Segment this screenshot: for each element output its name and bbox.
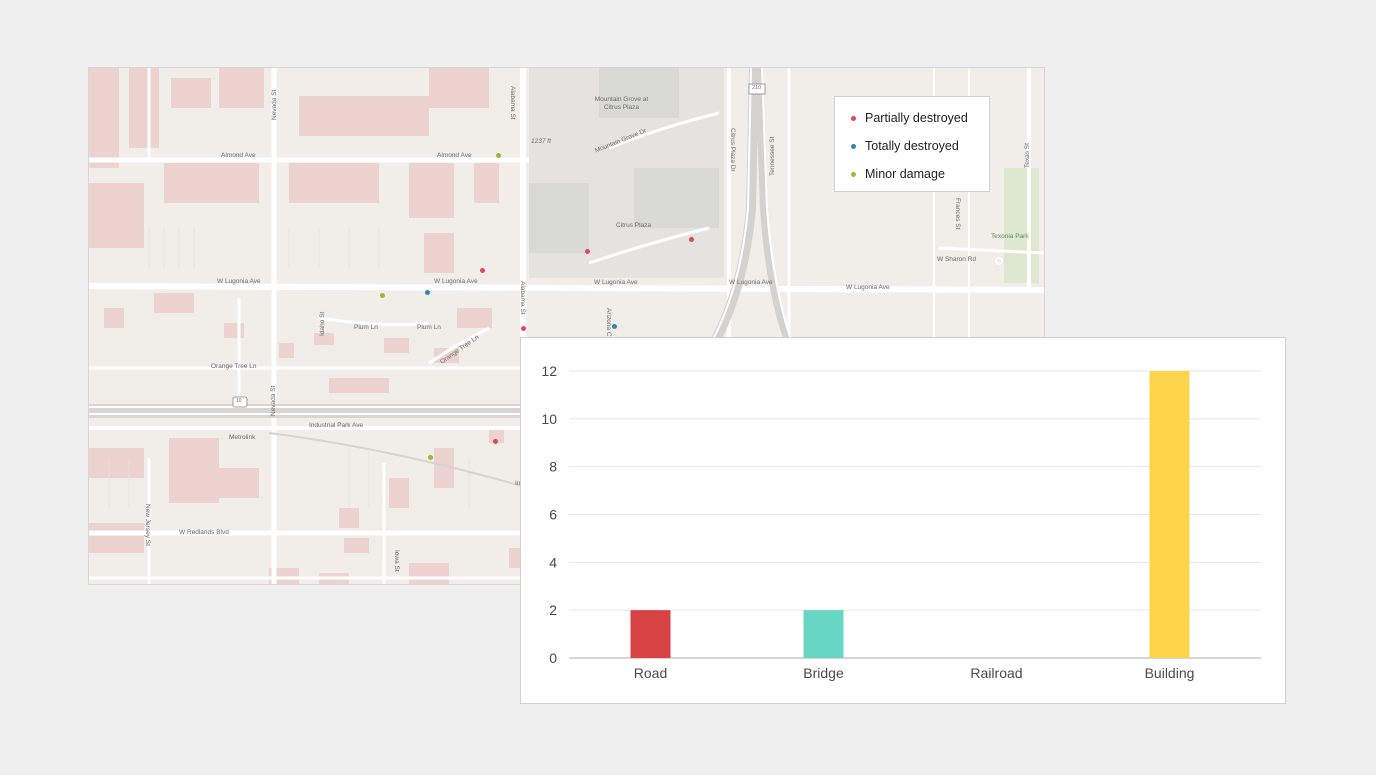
street-label: W Lugonia Ave [729,279,773,286]
bar-chart-svg: 0 2 4 6 8 10 12 Road Bridge Railroad Building [541,363,1261,681]
marker-totally-destroyed[interactable] [611,323,617,329]
y-tick-label: 12 [541,363,557,379]
legend-label: Partially destroyed [865,111,968,125]
bar-building [1149,371,1190,658]
y-tick-label: 4 [549,554,557,570]
street-label: Texas St [1024,143,1031,168]
map-legend: Partially destroyed Totally destroyed Mi… [834,96,990,192]
street-label: Nevada St [271,89,278,120]
street-label: W Lugonia Ave [434,278,478,285]
street-label: New Jersey St [144,504,151,546]
street-label: Almond Ave [437,152,472,159]
legend-swatch [851,143,856,149]
marker-totally-destroyed[interactable] [424,289,430,295]
elevation-label: 1237 ft [531,138,551,145]
street-label: Iowa St [393,550,400,572]
y-tick-label: 6 [549,507,557,523]
street-label: W Lugonia Ave [594,279,638,286]
street-label: Plum Ln [354,324,378,331]
bar-road [630,610,671,658]
legend-label: Totally destroyed [865,139,959,153]
street-label: Arizona Ct [605,308,612,339]
street-label: Citrus Plaza Dr [729,128,736,172]
legend-item-partially-destroyed: Partially destroyed [835,104,989,132]
street-label: Industrial Park Ave [309,422,364,429]
x-tick-label: Bridge [803,665,844,681]
legend-label: Minor damage [865,167,945,181]
damage-bar-chart: 0 2 4 6 8 10 12 Road Bridge Railroad Building [520,337,1286,704]
street-label: Frances St [954,198,961,230]
highway-shield-label: 10 [236,398,242,404]
marker-partially-destroyed[interactable] [492,438,498,444]
street-label: Nevada St [270,385,277,416]
legend-swatch [851,171,856,177]
y-tick-label: 2 [549,602,557,618]
marker-partially-destroyed[interactable] [520,325,526,331]
marker-minor-damage[interactable] [379,292,385,298]
street-label: Tennessee St [769,136,776,176]
street-label: Plum Ln [417,324,441,331]
x-tick-label: Building [1145,665,1195,681]
marker-partially-destroyed[interactable] [479,267,485,273]
street-label: W Lugonia Ave [846,284,890,291]
y-tick-label: 8 [549,459,557,475]
street-label: Alabama St [509,86,516,120]
bar-bridge [803,610,844,658]
park-label: Texonia Park [991,233,1029,240]
street-label: W Sharon Rd [937,256,977,263]
x-tick-label: Railroad [970,665,1022,681]
place-label: Citrus Plaza [616,222,652,229]
marker-minor-damage[interactable] [427,454,433,460]
x-tick-label: Road [634,665,667,681]
marker-partially-destroyed[interactable] [584,248,590,254]
street-label: Alabama St [519,281,526,315]
legend-item-totally-destroyed: Totally destroyed [835,132,989,160]
y-tick-label: 10 [541,411,557,427]
rail-label: Metrolink [229,434,256,441]
street-label: Almond Ave [221,152,256,159]
legend-item-minor-damage: Minor damage [835,160,989,188]
street-label: Orange Tree Ln [211,363,257,370]
street-label: W Lugonia Ave [217,278,261,285]
y-tick-label: 0 [549,650,557,666]
place-label: Mountain Grove at Citrus Plaza [594,96,649,111]
highway-shield-label: 210 [752,85,762,91]
legend-swatch [851,115,856,121]
street-label: W Redlands Blvd [179,529,229,536]
marker-partially-destroyed[interactable] [688,236,694,242]
marker-minor-damage[interactable] [495,152,501,158]
street-label: Idaho St [319,311,326,336]
